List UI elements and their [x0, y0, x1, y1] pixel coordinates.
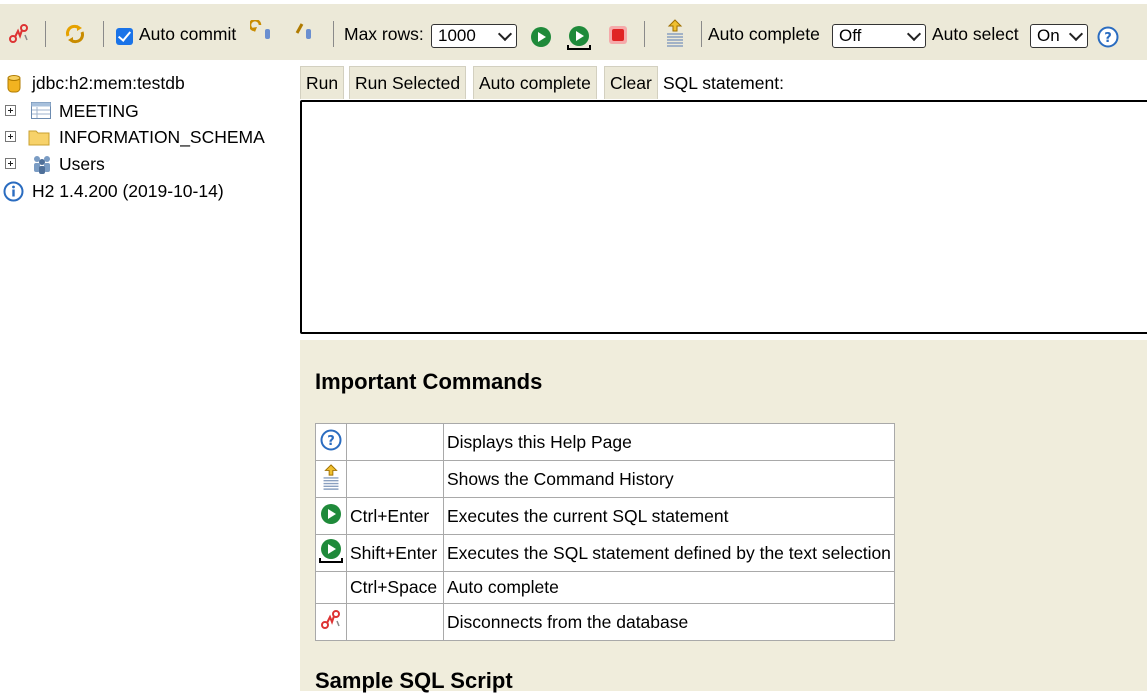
- database-icon: [7, 75, 21, 93]
- table-row: Shift+Enter Executes the SQL statement d…: [315, 534, 895, 572]
- table-row: Disconnects from the database: [315, 603, 895, 641]
- auto-complete-select[interactable]: Off: [832, 24, 926, 48]
- clear-button[interactable]: Clear: [604, 66, 658, 99]
- command-icon-cell: [315, 460, 347, 498]
- connection-label: jdbc:h2:mem:testdb: [32, 73, 185, 93]
- expand-icon[interactable]: [5, 131, 16, 142]
- disconnect-icon[interactable]: [320, 609, 342, 631]
- auto-complete-button[interactable]: Auto complete: [473, 66, 597, 99]
- help-icon[interactable]: ?: [320, 429, 342, 451]
- folder-icon: [28, 130, 50, 146]
- stop-icon[interactable]: [607, 24, 629, 46]
- command-key: [346, 460, 444, 498]
- svg-text:?: ?: [327, 434, 335, 449]
- auto-select-value: On: [1037, 26, 1060, 45]
- table-icon: [31, 102, 51, 119]
- max-rows-value: 1000: [438, 26, 476, 45]
- run-selected-icon[interactable]: [318, 538, 344, 564]
- run-button[interactable]: Run: [300, 66, 345, 99]
- command-key: Ctrl+Space: [346, 571, 444, 604]
- command-description: Executes the SQL statement defined by th…: [443, 534, 895, 572]
- command-icon-cell: ?: [315, 423, 347, 461]
- auto-commit-checkbox[interactable]: [116, 28, 133, 45]
- command-key: [346, 603, 444, 641]
- run-icon[interactable]: [530, 26, 552, 48]
- history-icon[interactable]: [320, 463, 342, 491]
- auto-select-select[interactable]: On: [1030, 24, 1088, 48]
- sample-sql-heading: Sample SQL Script: [315, 668, 513, 693]
- rollback-icon[interactable]: [250, 20, 272, 42]
- command-description: Executes the current SQL statement: [443, 497, 895, 535]
- expand-icon[interactable]: [5, 158, 16, 169]
- command-icon-cell: [315, 534, 347, 572]
- auto-select-label: Auto select: [932, 24, 1019, 44]
- run-selected-button[interactable]: Run Selected: [349, 66, 467, 99]
- toolbar-separator: [45, 21, 46, 47]
- max-rows-label: Max rows:: [344, 24, 424, 44]
- svg-text:?: ?: [1104, 31, 1112, 46]
- commands-table: ? Displays this Help Page Shows the Comm…: [315, 423, 895, 641]
- run-icon[interactable]: [320, 503, 342, 525]
- info-icon: [3, 181, 24, 202]
- commit-icon[interactable]: [294, 20, 316, 42]
- tree-item-label: MEETING: [59, 101, 139, 121]
- toolbar: Auto commit Max rows: 1000 Auto complete: [0, 0, 1147, 60]
- toolbar-separator: [701, 21, 702, 47]
- users-icon: [34, 156, 50, 174]
- important-commands-heading: Important Commands: [315, 369, 543, 394]
- chevron-down-icon: [1068, 26, 1084, 42]
- refresh-icon[interactable]: [64, 23, 86, 45]
- help-panel: Important Commands ? Displays this Help …: [300, 340, 1147, 693]
- table-row: ? Displays this Help Page: [315, 423, 895, 461]
- help-icon[interactable]: ?: [1097, 26, 1119, 48]
- command-key: Shift+Enter: [346, 534, 444, 572]
- toolbar-separator: [333, 21, 334, 47]
- tree-item-label: INFORMATION_SCHEMA: [59, 127, 265, 147]
- max-rows-select[interactable]: 1000: [431, 24, 517, 48]
- command-description: Shows the Command History: [443, 460, 895, 498]
- table-row: Ctrl+Space Auto complete: [315, 571, 895, 604]
- history-icon[interactable]: [664, 18, 686, 48]
- command-icon-cell: [315, 603, 347, 641]
- command-key: Ctrl+Enter: [346, 497, 444, 535]
- auto-complete-label: Auto complete: [708, 24, 820, 44]
- object-tree: jdbc:h2:mem:testdb MEETING INFORMATION_S…: [0, 60, 296, 691]
- table-row: Ctrl+Enter Executes the current SQL stat…: [315, 497, 895, 535]
- chevron-down-icon: [497, 26, 513, 42]
- run-selected-icon[interactable]: [566, 25, 592, 51]
- expand-icon[interactable]: [5, 105, 16, 116]
- command-description: Disconnects from the database: [443, 603, 895, 641]
- command-description: Displays this Help Page: [443, 423, 895, 461]
- auto-complete-value: Off: [839, 26, 862, 45]
- toolbar-separator: [103, 21, 104, 47]
- sql-statement-input[interactable]: [300, 100, 1147, 334]
- version-label: H2 1.4.200 (2019-10-14): [32, 181, 224, 201]
- chevron-down-icon: [906, 26, 922, 42]
- tree-item-label: Users: [59, 154, 105, 174]
- sql-statement-label: SQL statement:: [663, 73, 784, 93]
- auto-commit-label: Auto commit: [139, 24, 237, 44]
- toolbar-separator: [644, 21, 645, 47]
- command-icon-cell: [315, 497, 347, 535]
- command-key: [346, 423, 444, 461]
- disconnect-icon[interactable]: [8, 23, 30, 45]
- command-description: Auto complete: [443, 571, 895, 604]
- table-row: Shows the Command History: [315, 460, 895, 498]
- command-icon-cell: [315, 571, 347, 604]
